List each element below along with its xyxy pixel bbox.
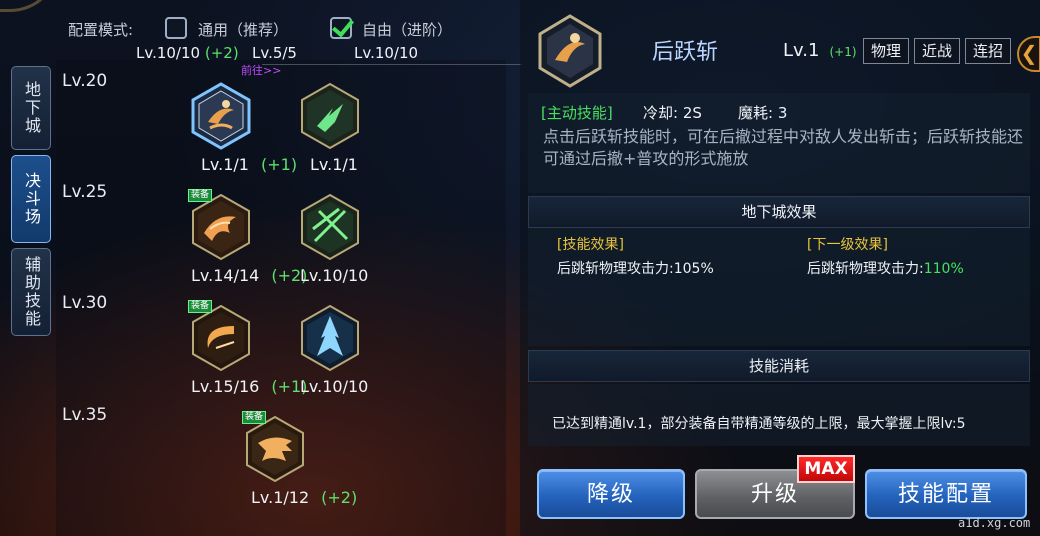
equip-badge: 装备: [242, 411, 267, 424]
skill-ice-spike[interactable]: [299, 304, 361, 372]
top-skill-level-c: Lv.10/10: [354, 44, 419, 62]
mana-cost: 魔耗: 3: [738, 104, 788, 122]
tag-combo: 连招: [965, 38, 1012, 64]
green-slash-icon: [301, 82, 359, 150]
crescent-slash-icon: [192, 304, 250, 372]
free-mode-checkbox[interactable]: [330, 17, 352, 39]
tag-physical: 物理: [863, 38, 910, 64]
flame-burst-icon: [192, 193, 250, 261]
corner-ornament: [0, 0, 60, 12]
current-effect-value: 后跳斩物理攻击力:105%: [557, 261, 714, 277]
skill-level-label: Lv.14/14 (+2): [191, 266, 308, 285]
skill-config-button[interactable]: 技能配置: [865, 469, 1027, 519]
tab-dungeon[interactable]: 地下城: [11, 66, 51, 150]
skill-level-label: Lv.15/16 (+1): [191, 377, 308, 396]
skill-green-slash[interactable]: [299, 82, 361, 150]
skill-cost-header: 技能消耗: [528, 350, 1030, 382]
next-effect-value: 后跳斩物理攻击力:110%: [807, 261, 964, 277]
skill-crescent-slash[interactable]: 装备: [188, 300, 252, 372]
skill-level-label: Lv.1/1: [310, 155, 358, 174]
tier-level-25: Lv.25: [62, 182, 108, 202]
next-effect-header: [下一级效果]: [807, 237, 888, 253]
tag-melee: 近战: [914, 38, 961, 64]
skill-level-label: Lv.10/10: [300, 266, 369, 285]
equip-badge: 装备: [188, 300, 213, 313]
skill-screen: 配置模式: 通用（推荐） 自由（进阶） Lv.10/10 (+2) Lv.5/5…: [0, 0, 1040, 536]
skill-flame-burst[interactable]: 装备: [188, 189, 252, 261]
skill-level-label: Lv.10/10: [300, 377, 369, 396]
skill-level-label: Lv.1/1 (+1): [201, 155, 298, 174]
tab-arena[interactable]: 决斗场: [11, 155, 51, 243]
tier-level-20: Lv.20: [62, 71, 108, 91]
current-effect-header: [技能效果]: [557, 237, 624, 253]
tier-level-30: Lv.30: [62, 293, 108, 313]
downgrade-button[interactable]: 降级: [537, 469, 685, 519]
mastery-info: 已达到精通lv.1，部分装备自带精通等级的上限，最大掌握上限lv:5: [552, 416, 966, 432]
beast-fury-icon: [246, 415, 304, 483]
equip-badge: 装备: [188, 189, 213, 202]
skill-name: 后跃斩: [652, 40, 719, 65]
ice-spike-icon: [301, 304, 359, 372]
max-badge: MAX: [797, 455, 855, 483]
dungeon-effect-header: 地下城效果: [528, 196, 1030, 228]
general-mode-label: 通用（推荐）: [198, 21, 289, 39]
free-mode-label: 自由（进阶）: [362, 21, 453, 39]
crossed-blades-icon: [301, 193, 359, 261]
skill-beast-fury[interactable]: 装备: [242, 411, 306, 483]
back-jump-slash-icon: [191, 82, 251, 150]
tier-level-35: Lv.35: [62, 405, 108, 425]
tab-support-skills[interactable]: 辅助技能: [11, 248, 51, 336]
skill-level: Lv.1 (+1): [783, 40, 857, 61]
skill-description: 点击后跃斩技能时，可在后撤过程中对敌人发出斩击；后跃斩技能还可通过后撤+普攻的形…: [543, 127, 1024, 168]
skill-back-jump-slash[interactable]: [190, 82, 252, 150]
watermark: a1d.xg.com: [958, 516, 1031, 530]
skill-crossed-blades[interactable]: [299, 193, 361, 261]
top-skill-level-a: Lv.10/10 (+2): [136, 44, 239, 62]
skill-type: [主动技能]: [541, 104, 613, 122]
skill-level-label: Lv.1/12 (+2): [251, 488, 358, 507]
top-skill-level-b: Lv.5/5: [252, 44, 297, 62]
back-jump-slash-icon: [538, 14, 602, 88]
config-mode-label: 配置模式:: [68, 21, 134, 39]
divider: [262, 64, 522, 65]
cooldown: 冷却: 2S: [643, 104, 702, 122]
general-mode-checkbox[interactable]: [165, 17, 187, 39]
